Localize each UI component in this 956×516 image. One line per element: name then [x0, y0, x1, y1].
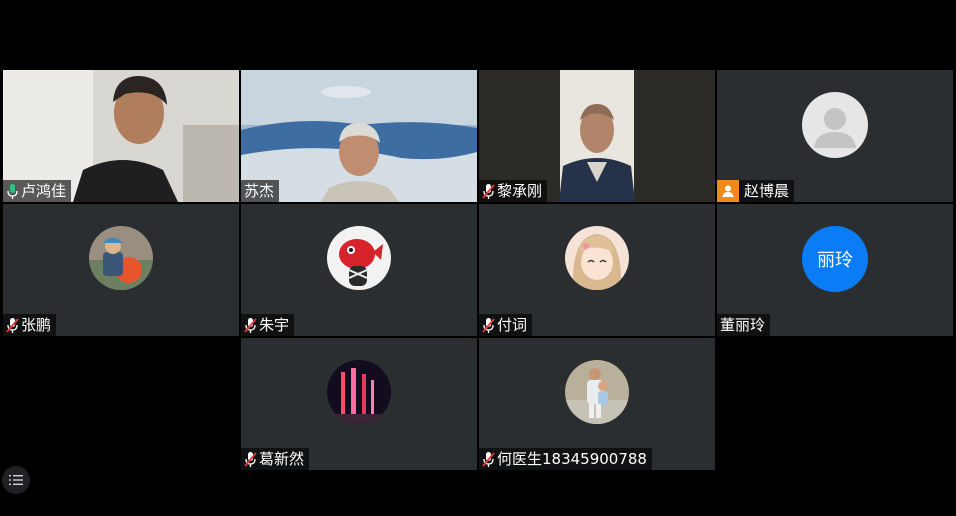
participant-tile-0[interactable]: 卢鸿佳 [3, 70, 239, 202]
participant-list-button[interactable] [2, 466, 30, 494]
participant-name: 卢鸿佳 [21, 182, 67, 200]
user-icon [717, 180, 739, 202]
name-tag: 葛新然 [241, 448, 310, 470]
mic-muted-icon [482, 183, 495, 199]
name-tag: 赵博晨 [717, 180, 795, 202]
participant-name: 黎承刚 [497, 182, 543, 200]
participant-name: 赵博晨 [744, 182, 790, 200]
mic-active-icon [7, 183, 18, 199]
initials-avatar: 丽玲 [802, 226, 868, 292]
participant-name: 付词 [497, 316, 528, 334]
name-tag: 朱宇 [241, 314, 295, 336]
avatar [327, 360, 391, 424]
avatar [565, 360, 629, 424]
name-tag: 何医生18345900788 [479, 448, 652, 470]
avatar [565, 226, 629, 290]
participant-tile-3[interactable]: 赵博晨 [717, 70, 953, 202]
name-tag: 黎承刚 [479, 180, 548, 202]
participant-tile-8[interactable]: 葛新然 [241, 338, 477, 470]
avatar [327, 226, 391, 290]
participant-name: 董丽玲 [720, 316, 766, 334]
name-tag: 付词 [479, 314, 533, 336]
mic-muted-icon [482, 451, 495, 467]
participant-tile-6[interactable]: 付词 [479, 204, 715, 336]
participant-name: 葛新然 [259, 450, 305, 468]
mic-muted-icon [6, 317, 19, 333]
participant-name: 朱宇 [259, 316, 290, 334]
participant-tile-1[interactable]: 苏杰 [241, 70, 477, 202]
participant-name: 苏杰 [244, 182, 275, 200]
mic-muted-icon [244, 451, 257, 467]
avatar [89, 226, 153, 290]
participant-name: 何医生18345900788 [497, 450, 647, 468]
participant-tile-2[interactable]: 黎承刚 [479, 70, 715, 202]
participant-tile-4[interactable]: 张鹏 [3, 204, 239, 336]
name-tag: 张鹏 [3, 314, 57, 336]
participant-tile-7[interactable]: 丽玲 董丽玲 [717, 204, 953, 336]
mic-muted-icon [482, 317, 495, 333]
default-avatar [802, 92, 868, 158]
participant-name: 张鹏 [21, 316, 52, 334]
name-tag: 卢鸿佳 [3, 180, 72, 202]
user-silhouette-icon [814, 108, 856, 148]
name-tag: 董丽玲 [717, 314, 771, 336]
list-icon [9, 475, 23, 485]
participant-tile-9[interactable]: 何医生18345900788 [479, 338, 715, 470]
mic-muted-icon [244, 317, 257, 333]
name-tag: 苏杰 [241, 180, 280, 202]
participant-tile-5[interactable]: 朱宇 [241, 204, 477, 336]
